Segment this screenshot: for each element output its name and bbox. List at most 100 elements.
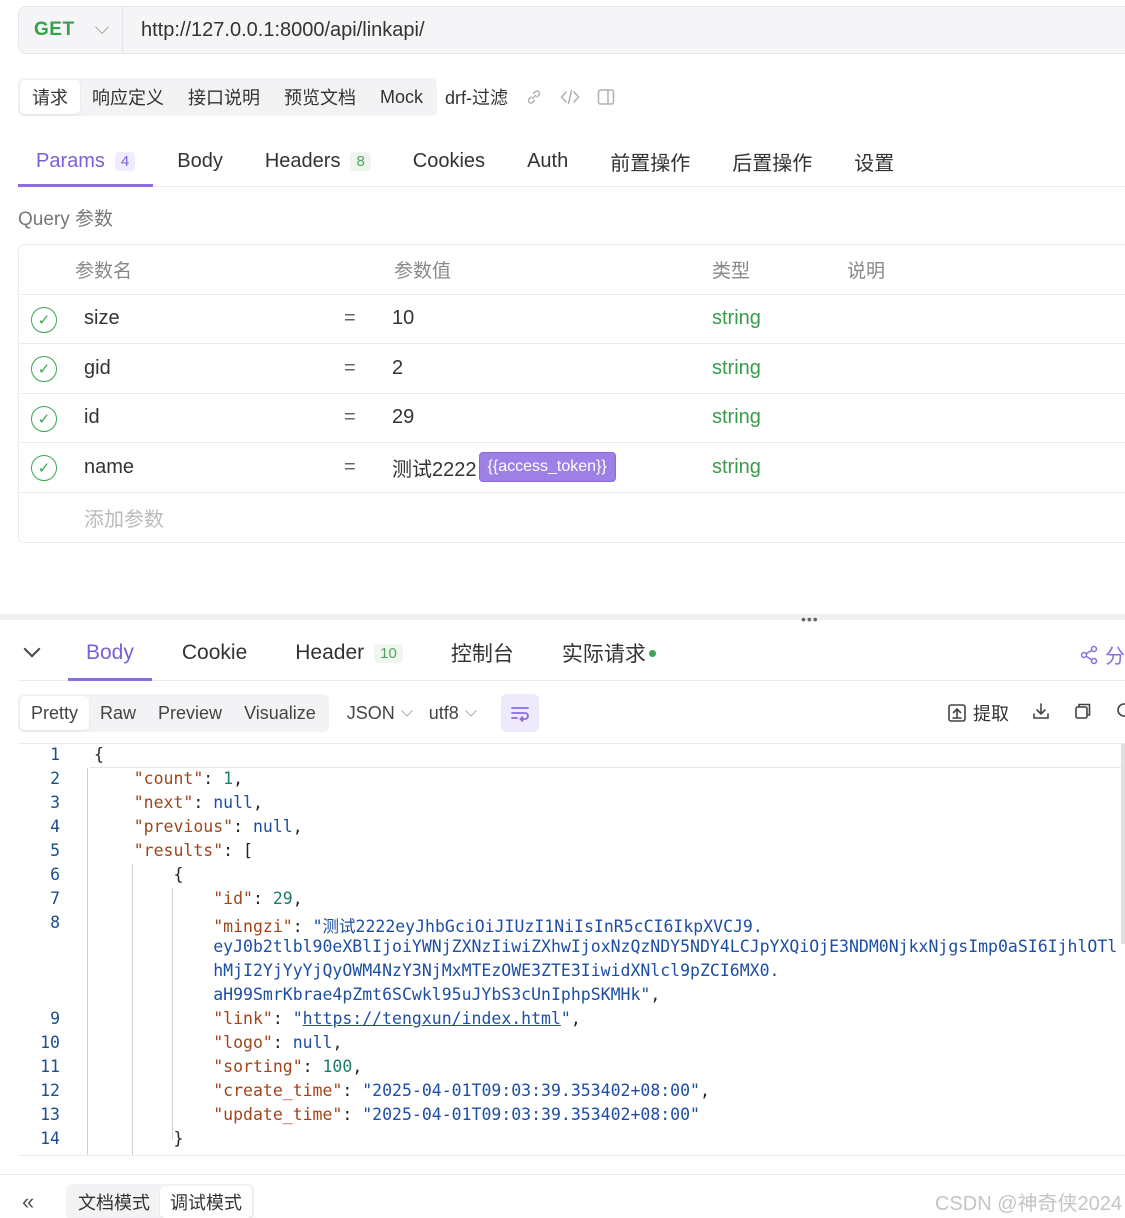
param-name[interactable]: size — [84, 295, 120, 344]
tab-cookies[interactable]: Cookies — [395, 136, 503, 186]
tab-pre-operations[interactable]: 前置操作 — [592, 136, 708, 186]
tab-console[interactable]: 控制台 — [433, 626, 532, 680]
code-line: "count": 1, — [94, 769, 243, 788]
copy-icon[interactable] — [1073, 701, 1093, 726]
mode-debug[interactable]: 调试模式 — [160, 1186, 252, 1218]
tab-api-description[interactable]: 接口说明 — [176, 80, 272, 114]
line-number: 10 — [40, 1033, 60, 1052]
equals-sign: = — [344, 307, 356, 330]
param-name[interactable]: id — [84, 394, 100, 443]
url-input[interactable]: http://127.0.0.1:8000/api/linkapi/ — [123, 19, 425, 42]
content-type-select[interactable]: JSON — [347, 703, 413, 724]
count-badge: 10 — [374, 643, 403, 663]
format-pretty[interactable]: Pretty — [20, 696, 90, 730]
code-token: "mingzi" — [213, 917, 293, 936]
tab-headers[interactable]: Headers 8 — [247, 136, 389, 186]
panel-splitter[interactable] — [0, 614, 1125, 620]
add-param-input[interactable]: 添加参数 — [84, 493, 164, 543]
encoding-select[interactable]: utf8 — [429, 703, 477, 724]
mode-switch: 文档模式 调试模式 — [66, 1184, 254, 1218]
format-preview[interactable]: Preview — [147, 696, 233, 730]
code-line: } — [94, 1129, 183, 1148]
side-panel-icon[interactable] — [596, 87, 616, 107]
download-icon[interactable] — [1031, 701, 1051, 726]
code-line: aH99SmrKbrae4pZmt6SCwkl95uJYbS3cUnIphpSK… — [94, 985, 660, 1004]
response-body-viewer[interactable]: 1 2 3 4 5 6 7 8 9 10 11 12 13 14 { "count": 1, "next"… — [18, 743, 1125, 1156]
param-name[interactable]: name — [84, 443, 134, 492]
variable-token[interactable]: {{access_token}} — [478, 452, 616, 483]
code-token: 100 — [322, 1057, 353, 1076]
link-icon[interactable] — [524, 87, 544, 107]
tab-label: Cookie — [181, 641, 248, 664]
param-value[interactable]: 2 — [392, 344, 403, 393]
code-token: null — [213, 793, 253, 812]
tab-params[interactable]: Params 4 — [18, 136, 154, 187]
search-icon[interactable] — [1115, 701, 1125, 726]
tab-settings[interactable]: 设置 — [836, 136, 912, 186]
code-line: "mingzi": "测试2222eyJhbGciOiJIUzI1NiIsInR… — [94, 913, 763, 937]
param-type[interactable]: string — [712, 295, 761, 344]
wrap-lines-icon — [510, 707, 529, 722]
mode-document[interactable]: 文档模式 — [68, 1186, 160, 1218]
tab-response-cookie[interactable]: Cookie — [164, 626, 265, 680]
tab-label: 后置操作 — [732, 152, 813, 175]
code-line: "create_time": "2025-04-01T09:03:39.3534… — [94, 1081, 710, 1100]
param-value[interactable]: 10 — [392, 295, 414, 344]
extract-button[interactable]: 提取 — [947, 700, 1009, 726]
param-name[interactable]: gid — [84, 344, 111, 393]
code-token: : [ — [223, 841, 253, 860]
tab-body[interactable]: Body — [159, 136, 241, 186]
param-value-field[interactable]: 测试2222 {{access_token}} — [392, 443, 616, 492]
header-param-name: 参数名 — [75, 260, 133, 282]
code-icon[interactable] — [560, 87, 580, 107]
line-number: 8 — [50, 913, 60, 932]
enabled-checkbox[interactable]: ✓ — [31, 405, 57, 432]
tab-label: Auth — [527, 149, 569, 172]
url-link[interactable]: https://tengxun/index.html — [303, 1009, 561, 1028]
tab-post-operations[interactable]: 后置操作 — [714, 136, 830, 186]
format-raw[interactable]: Raw — [89, 696, 147, 730]
code-token: , — [700, 1081, 710, 1100]
method-select[interactable]: GET — [19, 7, 123, 53]
param-type[interactable]: string — [712, 344, 761, 393]
code-line: { — [94, 865, 183, 884]
code-token: "link" — [213, 1009, 273, 1028]
header-type: 类型 — [712, 260, 751, 282]
code-token: , — [292, 889, 303, 908]
tab-auth[interactable]: Auth — [509, 136, 586, 186]
tab-preview-doc[interactable]: 预览文档 — [272, 80, 368, 114]
format-visualize[interactable]: Visualize — [233, 696, 327, 730]
api-name[interactable]: drf-过滤 — [445, 84, 508, 110]
tab-label: Cookies — [412, 149, 486, 172]
chevron-down-icon[interactable] — [23, 640, 41, 658]
enabled-checkbox[interactable]: ✓ — [31, 306, 57, 333]
enabled-checkbox[interactable]: ✓ — [31, 455, 57, 481]
tab-response-definition[interactable]: 响应定义 — [80, 80, 176, 114]
param-type[interactable]: string — [712, 394, 761, 443]
param-value[interactable]: 29 — [392, 394, 414, 443]
vertical-scrollbar[interactable] — [1121, 744, 1125, 944]
header-description: 说明 — [847, 260, 886, 282]
enabled-checkbox[interactable]: ✓ — [31, 356, 57, 382]
drag-handle[interactable]: ••• — [801, 611, 819, 627]
tab-actual-request[interactable]: 实际请求 — [544, 626, 674, 680]
param-type[interactable]: string — [712, 443, 761, 492]
tab-mock[interactable]: Mock — [368, 80, 435, 114]
code-line: "id": 29, — [94, 889, 303, 908]
tab-response-body[interactable]: Body — [68, 626, 152, 681]
tab-request[interactable]: 请求 — [20, 80, 80, 114]
tab-label: Body — [86, 641, 134, 664]
code-token: "create_time" — [213, 1081, 343, 1100]
code-token: "id" — [213, 889, 253, 908]
collapse-sidebar-icon[interactable]: « — [22, 1189, 34, 1215]
tab-response-header[interactable]: Header 10 — [277, 626, 421, 680]
word-wrap-button[interactable] — [500, 694, 539, 732]
share-button[interactable]: 分 — [1079, 640, 1125, 669]
line-number: 14 — [40, 1129, 60, 1148]
tab-label: 实际请求 — [561, 643, 646, 666]
